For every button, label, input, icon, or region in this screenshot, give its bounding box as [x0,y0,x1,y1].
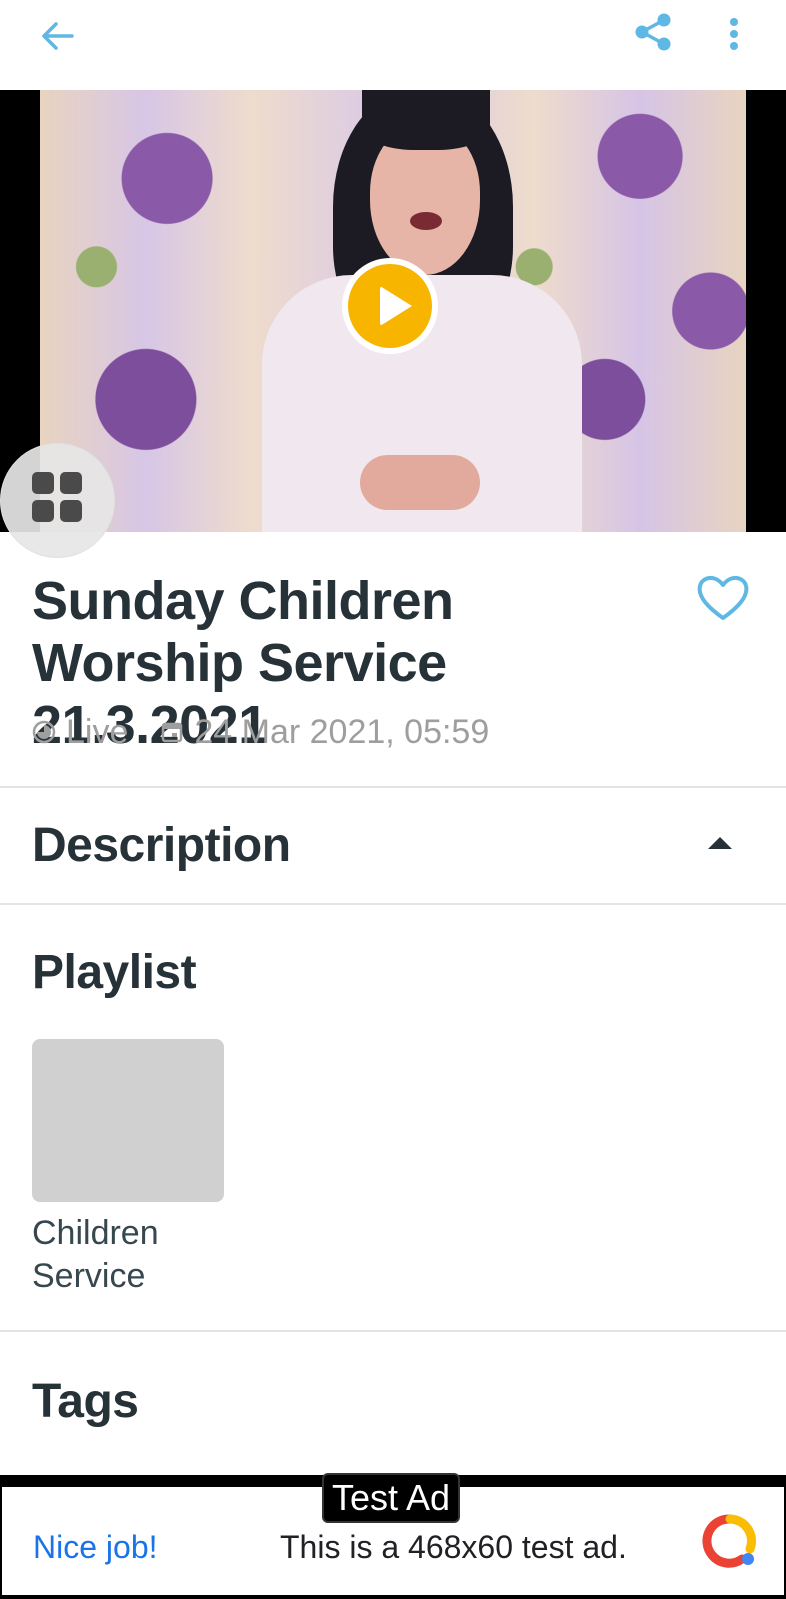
more-vertical-icon[interactable] [722,12,746,56]
status-label: Live [66,712,129,751]
clock-icon [32,720,56,744]
divider [0,786,786,788]
playlist-heading: Playlist [32,946,197,999]
playlist-item-label[interactable]: Children Service [32,1212,232,1298]
ad-headline[interactable]: Nice job! [33,1529,158,1566]
divider [0,1330,786,1332]
test-ad-badge: Test Ad [322,1473,461,1523]
ad-body[interactable]: This is a 468x60 test ad. [280,1529,627,1566]
heart-outline-icon[interactable] [695,572,751,624]
admob-logo-icon [702,1514,756,1568]
play-icon [348,264,432,348]
ad-banner[interactable]: Nice job! This is a 468x60 test ad. Test… [0,1473,786,1599]
top-app-bar [0,0,786,90]
caret-up-icon[interactable] [708,837,732,849]
play-button[interactable] [342,258,438,354]
share-icon[interactable] [632,10,676,54]
floating-menu-button[interactable] [0,443,115,558]
divider [0,903,786,905]
video-player[interactable] [0,90,786,532]
video-meta: Live 24 Mar 2021, 05:59 [32,710,489,754]
tags-heading: Tags [32,1375,139,1428]
grid-icon [32,472,54,494]
calendar-icon [162,722,183,743]
arrow-left-icon[interactable] [36,14,80,58]
playlist-item-thumbnail[interactable] [32,1039,224,1202]
publish-date: 24 Mar 2021, 05:59 [194,712,490,751]
description-heading[interactable]: Description [32,818,291,873]
